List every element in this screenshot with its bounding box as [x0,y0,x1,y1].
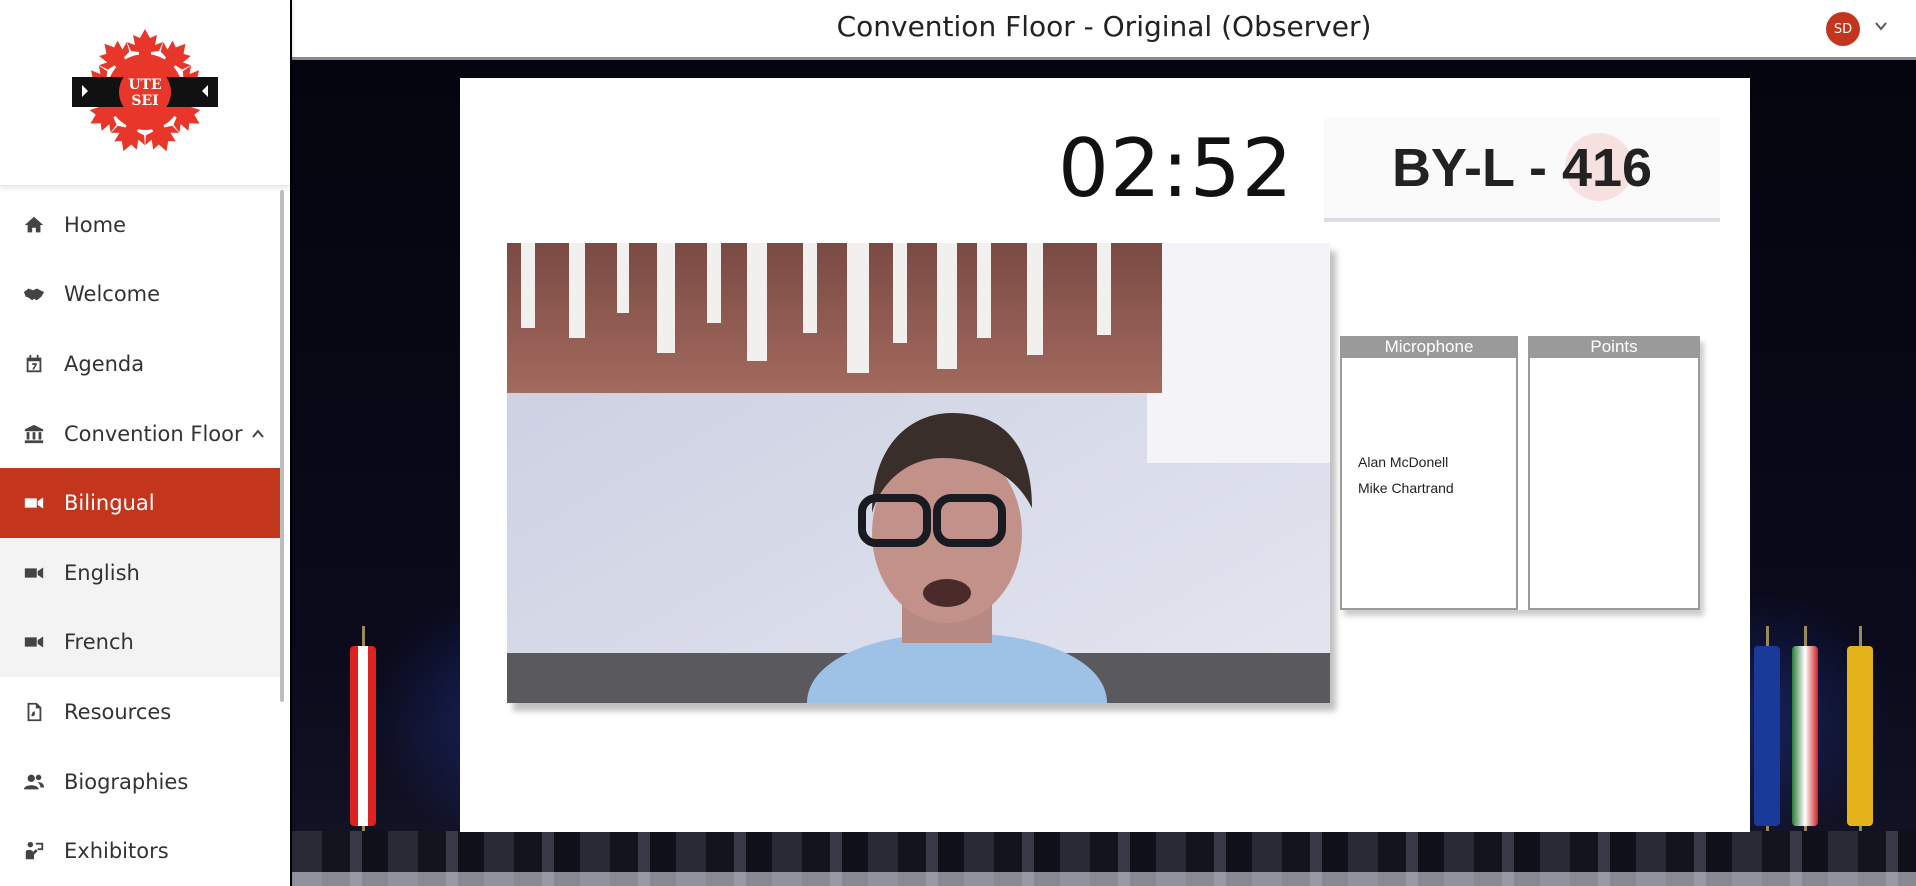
bank-icon [22,422,46,446]
users-icon [22,770,46,794]
home-icon [22,213,46,237]
chevron-down-icon[interactable] [1874,18,1888,37]
sidebar-item-home[interactable]: Home [0,190,280,260]
microphone-header: Microphone [1340,336,1518,358]
sidebar-item-resources[interactable]: Resources [0,677,280,747]
sidebar-item-english[interactable]: English [0,537,280,608]
sidebar: UTE SEI Home Welcome Agenda Convention F… [0,0,290,886]
broadcast-panel: 02:52 BY-L - 416 Microphone Points Alan … [460,78,1750,832]
video-camera-icon [22,561,46,585]
microphone-list: Alan McDonell Mike Chartrand [1340,358,1518,610]
sidebar-item-biographies[interactable]: Biographies [0,747,280,817]
sidebar-item-exhibitors[interactable]: Exhibitors [0,816,280,886]
points-header: Points [1528,336,1700,358]
bylaw-label: BY-L - 416 [1391,138,1653,198]
speaker-video-frame [507,243,1330,703]
handshake-icon [22,282,46,306]
speaking-timer: 02:52 [1058,122,1294,215]
sidebar-item-agenda[interactable]: Agenda [0,329,280,399]
list-item: Alan McDonell [1358,454,1449,470]
sidebar-nav: Home Welcome Agenda Convention Floor Bil… [0,190,280,886]
video-camera-icon [22,491,46,515]
bylaw-card: BY-L - 416 [1324,118,1720,222]
sidebar-item-label: English [64,560,140,585]
presenter-icon [22,839,46,863]
sidebar-item-label: Agenda [64,351,145,376]
calendar-icon [22,352,46,376]
speaker-queue: Microphone Points Alan McDonell Mike Cha… [1340,336,1700,610]
logo-area: UTE SEI [0,0,290,186]
sidebar-item-label: Home [64,212,127,237]
sidebar-item-label: Biographies [64,769,189,794]
svg-text:SEI: SEI [131,93,158,109]
sidebar-item-french[interactable]: French [0,607,280,678]
sidebar-scrollbar[interactable] [280,190,284,702]
speaker-video-feed[interactable] [507,243,1330,703]
page-title: Convention Floor - Original (Observer) [836,10,1372,43]
top-bar: Convention Floor - Original (Observer) [292,0,1916,60]
ute-sei-logo[interactable]: UTE SEI [70,25,220,160]
sidebar-item-label: Resources [64,699,172,724]
sidebar-item-label: Convention Floor [64,421,243,446]
user-avatar[interactable]: SD [1826,12,1860,46]
sidebar-item-label: French [64,630,134,655]
sidebar-item-convention-floor[interactable]: Convention Floor [0,399,280,469]
list-item: Mike Chartrand [1358,480,1454,496]
sidebar-item-label: Bilingual [64,491,155,516]
points-list [1528,358,1700,610]
pdf-file-icon [22,700,46,724]
sidebar-item-bilingual[interactable]: Bilingual [0,468,280,538]
video-camera-icon [22,630,46,654]
sidebar-item-label: Welcome [64,282,161,307]
svg-text:UTE: UTE [128,77,161,93]
sidebar-item-label: Exhibitors [64,839,169,864]
sidebar-item-welcome[interactable]: Welcome [0,260,280,330]
chevron-up-icon[interactable] [251,427,265,441]
